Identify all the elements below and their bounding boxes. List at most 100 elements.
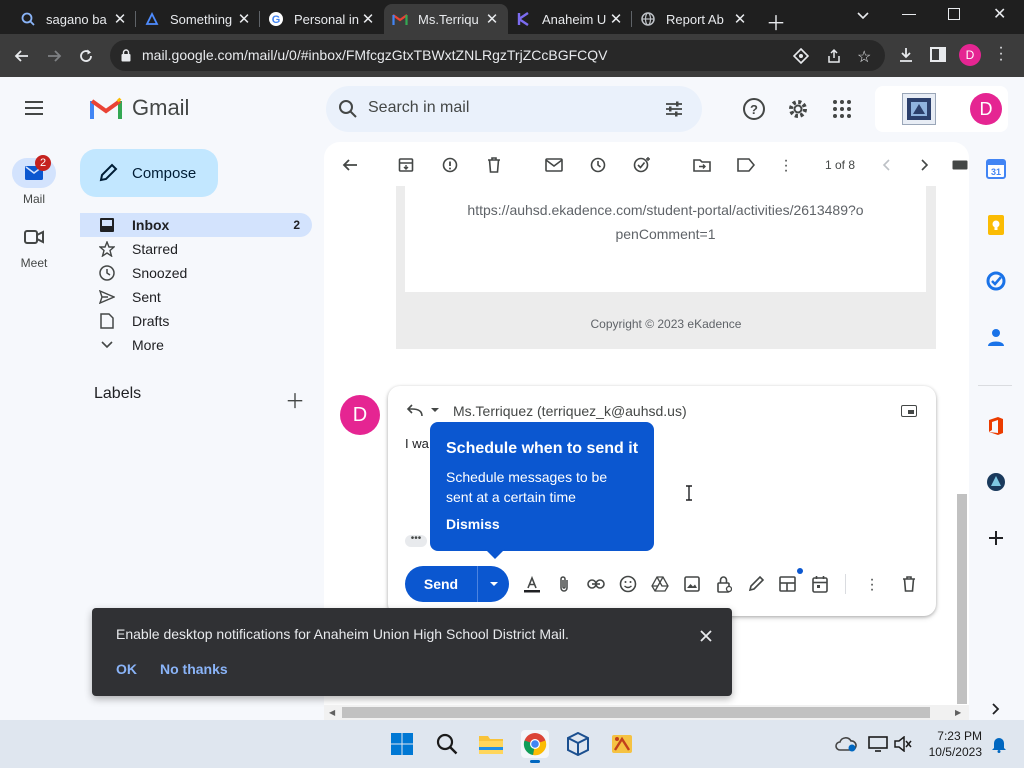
windows-start-icon[interactable] xyxy=(388,730,416,758)
apps-grid-icon[interactable] xyxy=(832,99,852,119)
forward-button[interactable] xyxy=(40,42,68,70)
search-bar[interactable]: Search in mail xyxy=(326,86,702,132)
add-label-icon[interactable]: ＋ xyxy=(285,385,305,414)
horizontal-scrollbar-thumb[interactable] xyxy=(342,707,930,718)
discard-draft-icon[interactable] xyxy=(899,574,919,594)
browser-tab[interactable]: Anaheim U ✕ xyxy=(508,4,632,34)
send-button-group[interactable]: Send xyxy=(405,566,509,602)
signature-pen-icon[interactable] xyxy=(746,574,766,594)
minimize-button[interactable] xyxy=(902,14,916,15)
rail-mail-label[interactable]: Mail xyxy=(0,192,68,206)
keep-app-icon[interactable] xyxy=(984,213,1008,237)
nav-item-starred[interactable]: Starred xyxy=(80,237,312,261)
support-icon[interactable]: ? xyxy=(742,97,766,121)
office-addon-icon[interactable] xyxy=(984,414,1008,438)
back-button[interactable] xyxy=(8,42,36,70)
tooltip-dismiss-button[interactable]: Dismiss xyxy=(446,516,500,532)
close-icon[interactable] xyxy=(696,626,716,646)
search-icon[interactable] xyxy=(338,99,358,119)
file-explorer-icon[interactable] xyxy=(477,730,505,758)
browser-menu-icon[interactable]: · · · xyxy=(998,40,1004,68)
account-avatar[interactable]: D xyxy=(970,93,1002,125)
input-tools-icon[interactable] xyxy=(952,155,968,175)
meet-video-icon[interactable] xyxy=(24,229,44,245)
nav-item-more[interactable]: More xyxy=(80,333,312,357)
address-bar[interactable]: mail.google.com/mail/u/0/#inbox/FMfcgzGt… xyxy=(110,40,885,71)
snackbar-no-thanks-button[interactable]: No thanks xyxy=(160,661,228,677)
activity-link[interactable]: https://auhsd.ekadence.com/student-porta… xyxy=(405,198,926,246)
close-icon[interactable]: ✕ xyxy=(484,10,500,28)
reply-arrow-icon[interactable] xyxy=(406,403,424,417)
browser-tab[interactable]: G Personal in ✕ xyxy=(260,4,384,34)
main-menu-icon[interactable] xyxy=(20,94,48,122)
reload-button[interactable] xyxy=(72,42,100,70)
share-icon[interactable] xyxy=(826,48,842,64)
reply-recipient[interactable]: Ms.Terriquez (terriquez_k@auhsd.us) xyxy=(453,403,687,419)
site-settings-icon[interactable] xyxy=(793,48,809,64)
attach-file-icon[interactable] xyxy=(554,574,574,594)
close-icon[interactable]: ✕ xyxy=(236,10,252,28)
tab-search-icon[interactable] xyxy=(856,8,870,22)
browser-tab-active[interactable]: Ms.Terriqu ✕ xyxy=(384,4,508,34)
schedule-calendar-icon[interactable] xyxy=(810,574,830,594)
scroll-right-arrow[interactable]: ▶ xyxy=(955,708,961,717)
close-icon[interactable]: ✕ xyxy=(360,10,376,28)
speaker-muted-icon[interactable] xyxy=(889,730,917,758)
rail-meet-label[interactable]: Meet xyxy=(0,256,68,270)
confidential-mode-icon[interactable] xyxy=(714,574,734,594)
compose-button[interactable]: Compose xyxy=(80,149,218,197)
taskbar-search-icon[interactable] xyxy=(433,730,461,758)
reply-type-dropdown-icon[interactable] xyxy=(430,407,440,413)
window-close-button[interactable]: ✕ xyxy=(993,4,1006,24)
close-icon[interactable]: ✕ xyxy=(112,10,128,28)
nav-item-sent[interactable]: Sent xyxy=(80,285,312,309)
close-icon[interactable]: ✕ xyxy=(608,10,624,28)
system-clock[interactable]: 7:23 PM 10/5/2023 xyxy=(920,728,982,760)
browser-tab[interactable]: Report Ab ✕ xyxy=(632,4,756,34)
contacts-app-icon[interactable] xyxy=(984,325,1008,349)
download-icon[interactable] xyxy=(897,46,915,64)
search-options-icon[interactable] xyxy=(664,99,684,119)
nav-item-inbox[interactable]: Inbox 2 xyxy=(80,213,312,237)
hide-side-panel-chevron-icon[interactable] xyxy=(984,697,1008,721)
browser-tab[interactable]: sagano ba ✕ xyxy=(12,4,136,34)
new-tab-button[interactable]: ＋ xyxy=(766,7,786,36)
activity-link-line[interactable]: penComment=1 xyxy=(405,222,926,246)
schedule-send-dropdown[interactable] xyxy=(477,566,509,602)
get-addons-plus-icon[interactable] xyxy=(984,526,1008,550)
restore-button[interactable] xyxy=(948,8,960,20)
settings-gear-icon[interactable] xyxy=(786,97,810,121)
insert-emoji-icon[interactable] xyxy=(618,574,638,594)
lock-icon[interactable] xyxy=(121,49,131,62)
gmail-logo[interactable]: Gmail xyxy=(90,95,189,121)
more-compose-options-icon[interactable]: · · · xyxy=(862,571,882,597)
weather-cloud-icon[interactable] xyxy=(832,730,860,758)
search-input[interactable]: Search in mail xyxy=(368,99,469,117)
calendar-app-icon[interactable]: 31 xyxy=(984,157,1008,181)
browser-tab[interactable]: Something ✕ xyxy=(136,4,260,34)
insert-photo-icon[interactable] xyxy=(682,574,702,594)
chrome-taskbar-icon[interactable] xyxy=(521,730,549,763)
snackbar-ok-button[interactable]: OK xyxy=(116,661,137,677)
pop-out-icon[interactable] xyxy=(901,405,917,417)
drive-icon[interactable] xyxy=(650,574,670,594)
virtualbox-icon[interactable] xyxy=(564,730,592,758)
close-icon[interactable]: ✕ xyxy=(732,10,748,28)
bookmark-star-icon[interactable]: ☆ xyxy=(857,47,871,67)
addon-app-icon[interactable] xyxy=(984,470,1008,494)
notification-bell-icon[interactable] xyxy=(985,730,1013,758)
show-trimmed-content-button[interactable]: ••• xyxy=(405,534,427,547)
formatting-options-icon[interactable] xyxy=(522,574,542,594)
reply-body-input[interactable]: I wa xyxy=(405,436,429,451)
app-taskbar-icon[interactable] xyxy=(608,730,636,758)
side-panel-icon[interactable] xyxy=(930,47,946,62)
display-icon[interactable] xyxy=(864,730,892,758)
vertical-scrollbar-thumb[interactable] xyxy=(957,494,967,704)
templates-layout-icon[interactable] xyxy=(778,568,803,594)
back-arrow-icon[interactable] xyxy=(340,155,360,175)
activity-link-line[interactable]: https://auhsd.ekadence.com/student-porta… xyxy=(405,198,926,222)
scroll-left-arrow[interactable]: ◀ xyxy=(329,708,335,717)
nav-item-snoozed[interactable]: Snoozed xyxy=(80,261,312,285)
nav-item-drafts[interactable]: Drafts xyxy=(80,309,312,333)
insert-link-icon[interactable] xyxy=(586,574,606,594)
